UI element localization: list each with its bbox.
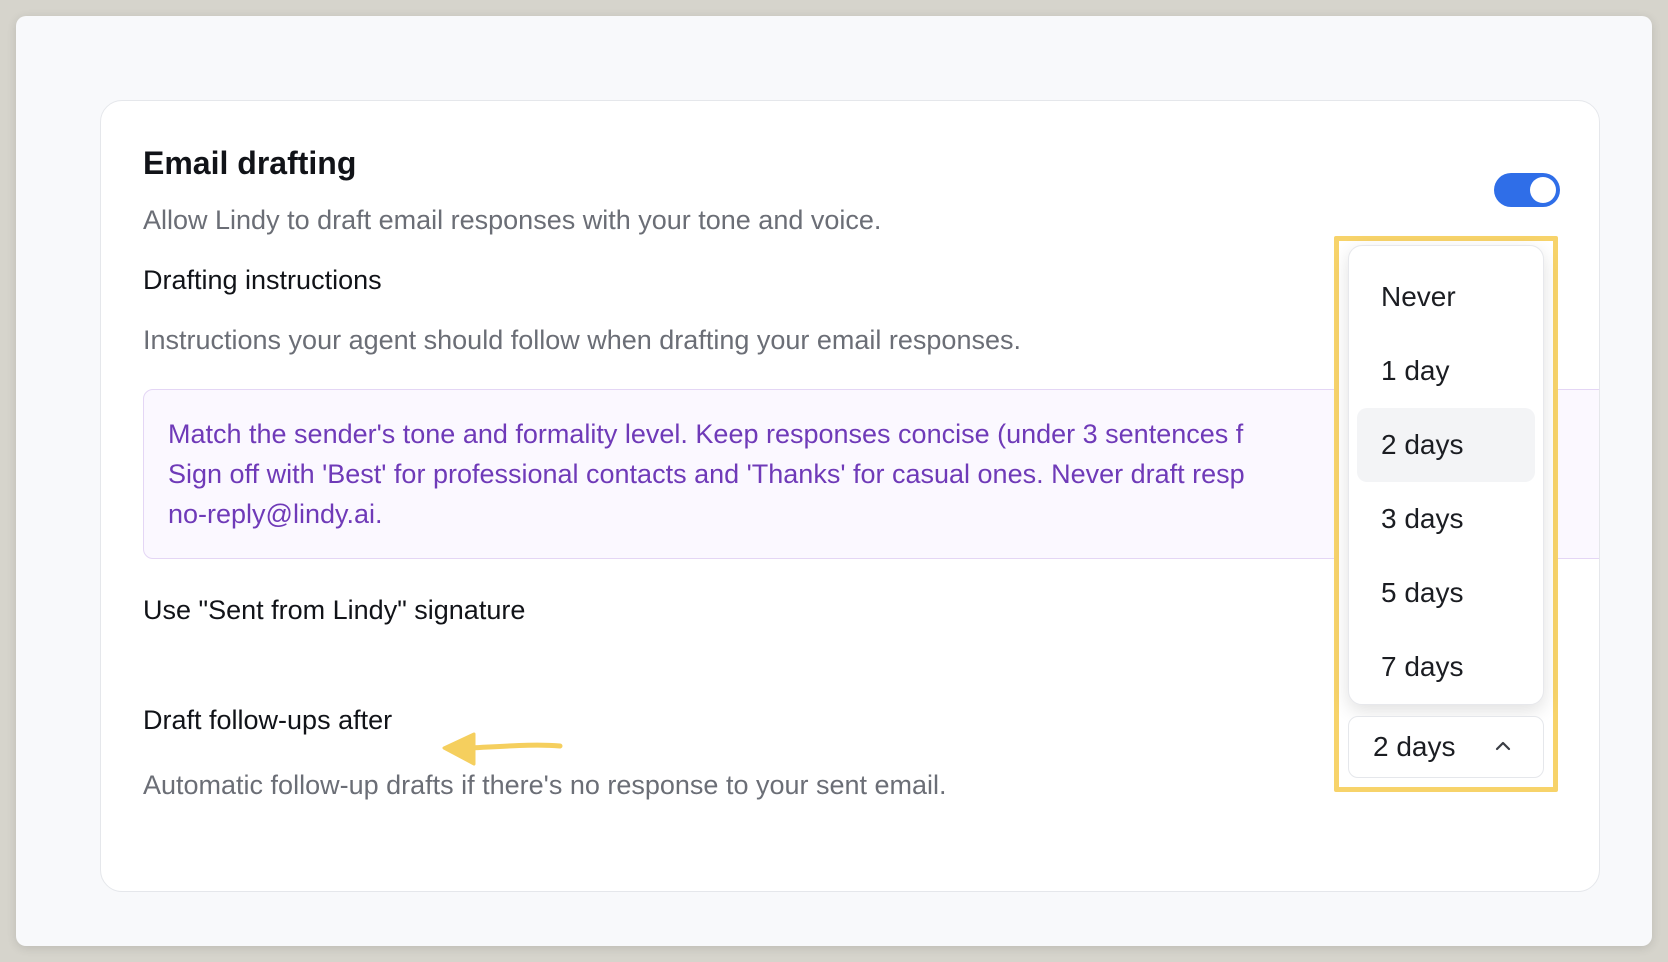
drafting-instructions-description: Instructions your agent should follow wh… xyxy=(143,325,1021,355)
select-value: 2 days xyxy=(1373,731,1456,762)
option-2-days[interactable]: 2 days xyxy=(1357,408,1535,482)
option-7-days[interactable]: 7 days xyxy=(1357,630,1535,704)
arrow-left-icon xyxy=(442,732,563,766)
email-drafting-toggle[interactable] xyxy=(1494,173,1560,207)
toggle-knob xyxy=(1530,177,1556,203)
follow-ups-select[interactable]: 2 days xyxy=(1348,716,1544,778)
follow-ups-dropdown-menu: Never 1 day 2 days 3 days 5 days 7 days xyxy=(1348,245,1544,705)
chevron-up-icon xyxy=(1495,741,1511,751)
section-description: Allow Lindy to draft email responses wit… xyxy=(143,205,882,235)
follow-ups-description: Automatic follow-up drafts if there's no… xyxy=(143,770,947,800)
option-1-day[interactable]: 1 day xyxy=(1357,334,1535,408)
follow-ups-label: Draft follow-ups after xyxy=(143,705,393,735)
option-5-days[interactable]: 5 days xyxy=(1357,556,1535,630)
drafting-instructions-label: Drafting instructions xyxy=(143,265,382,295)
option-never[interactable]: Never xyxy=(1357,260,1535,334)
section-title: Email drafting xyxy=(143,145,357,181)
option-3-days[interactable]: 3 days xyxy=(1357,482,1535,556)
signature-label: Use "Sent from Lindy" signature xyxy=(143,595,526,625)
